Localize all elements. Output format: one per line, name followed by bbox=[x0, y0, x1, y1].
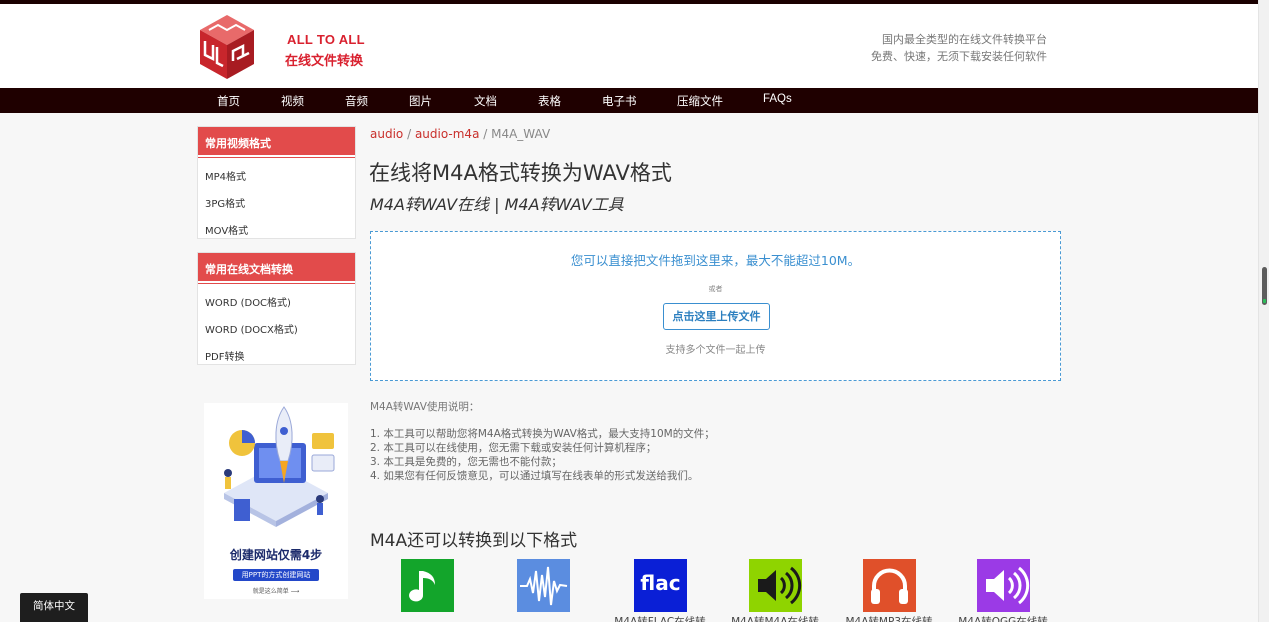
nav-audio[interactable]: 音频 bbox=[345, 93, 368, 109]
format-card-1[interactable] bbox=[377, 559, 477, 622]
breadcrumb-separator: / bbox=[479, 127, 492, 141]
nav-image[interactable]: 图片 bbox=[409, 93, 432, 109]
site-header: ALL TO ALL 在线文件转换 国内最全类型的在线文件转换平台 免费、快速，… bbox=[0, 4, 1258, 88]
flac-icon: flac bbox=[634, 559, 687, 612]
rocket-illustration-icon bbox=[224, 406, 335, 527]
page-subtitle: M4A转WAV在线 | M4A转WAV工具 bbox=[370, 195, 624, 214]
instruction-item: 4. 如果您有任何反馈意见，可以通过填写在线表单的形式发送给我们。 bbox=[370, 470, 699, 482]
nav-faqs[interactable]: FAQs bbox=[763, 93, 792, 105]
upload-dropzone[interactable]: 您可以直接把文件拖到这里来，最大不能超过10M。 或者 点击这里上传文件 支持多… bbox=[370, 231, 1061, 381]
upload-file-button[interactable]: 点击这里上传文件 bbox=[663, 303, 770, 330]
format-label[interactable]: M4A转MP3在线转 bbox=[839, 614, 939, 622]
sidebar-item-doc[interactable]: WORD (DOC格式) bbox=[198, 285, 355, 312]
sidebar-item-mov[interactable]: MOV格式 bbox=[198, 213, 355, 240]
site-tagline: 国内最全类型的在线文件转换平台 免费、快速，无须下载安装任何软件 bbox=[871, 31, 1047, 65]
format-label[interactable]: M4A转OGG在线转 bbox=[953, 614, 1053, 622]
nav-video[interactable]: 视频 bbox=[281, 93, 304, 109]
nav-spreadsheet[interactable]: 表格 bbox=[538, 93, 561, 109]
speaker-icon bbox=[749, 559, 802, 612]
instruction-item: 1. 本工具可以帮助您将M4A格式转换为WAV格式，最大支持10M的文件； bbox=[370, 428, 715, 440]
format-card-mp3[interactable]: M4A转MP3在线转 bbox=[839, 559, 939, 622]
sidebar-item-3pg[interactable]: 3PG格式 bbox=[198, 186, 355, 213]
breadcrumb-audio-m4a[interactable]: audio-m4a bbox=[415, 127, 479, 141]
waveform-icon bbox=[517, 559, 570, 612]
format-label[interactable]: M4A转M4A在线转 bbox=[725, 614, 825, 622]
dropzone-hint: 您可以直接把文件拖到这里来，最大不能超过10M。 bbox=[570, 253, 861, 268]
format-card-flac[interactable]: flac M4A转FLAC在线转 bbox=[610, 559, 710, 622]
instructions-title: M4A转WAV使用说明： bbox=[370, 401, 480, 413]
brand-name-en[interactable]: ALL TO ALL bbox=[287, 32, 365, 47]
more-formats-title: M4A还可以转换到以下格式 bbox=[370, 531, 578, 551]
nav-archive[interactable]: 压缩文件 bbox=[677, 93, 723, 109]
nav-document[interactable]: 文档 bbox=[474, 93, 497, 109]
svg-text:flac: flac bbox=[640, 571, 680, 595]
sidebar-item-pdf[interactable]: PDF转换 bbox=[198, 339, 355, 366]
breadcrumb-separator: / bbox=[403, 127, 415, 141]
breadcrumb: audio / audio-m4a / M4A_WAV bbox=[370, 127, 550, 141]
format-card-2[interactable] bbox=[493, 559, 593, 622]
format-label[interactable]: M4A转FLAC在线转 bbox=[610, 614, 710, 622]
sidebar-doc-conversion: 常用在线文档转换 WORD (DOC格式) WORD (DOCX格式) PDF转… bbox=[197, 252, 356, 365]
music-note-icon bbox=[401, 559, 454, 612]
breadcrumb-audio[interactable]: audio bbox=[370, 127, 403, 141]
brand-name-cn[interactable]: 在线文件转换 bbox=[285, 50, 363, 69]
nav-ebook[interactable]: 电子书 bbox=[602, 93, 637, 109]
speaker-icon bbox=[977, 559, 1030, 612]
ad-banner[interactable]: 创建网站仅需4步 用PPT的方式创建网站 就是这么简单 ⟶ bbox=[204, 403, 348, 599]
cube-logo-icon[interactable] bbox=[197, 13, 257, 81]
instruction-item: 3. 本工具是免费的，您无需也不能付款； bbox=[370, 456, 562, 468]
page-scrollbar[interactable] bbox=[1258, 0, 1269, 622]
tagline-line-2: 免费、快速，无须下载安装任何软件 bbox=[871, 50, 1047, 63]
ad-subtitle: 用PPT的方式创建网站 bbox=[233, 569, 319, 581]
page-title: 在线将M4A格式转换为WAV格式 bbox=[369, 161, 672, 185]
sidebar-docs-title: 常用在线文档转换 bbox=[198, 253, 355, 283]
multi-upload-hint: 支持多个文件一起上传 bbox=[665, 345, 766, 356]
scroll-indicator-dot bbox=[1263, 299, 1266, 303]
language-switch-button[interactable]: 简体中文 bbox=[20, 593, 88, 622]
headphones-icon bbox=[863, 559, 916, 612]
instruction-item: 2. 本工具可以在线使用，您无需下载或安装任何计算机程序； bbox=[370, 442, 657, 454]
sidebar-item-mp4[interactable]: MP4格式 bbox=[198, 159, 355, 186]
sidebar-item-docx[interactable]: WORD (DOCX格式) bbox=[198, 312, 355, 339]
sidebar-video-title: 常用视频格式 bbox=[198, 127, 355, 157]
instructions-list: 1. 本工具可以帮助您将M4A格式转换为WAV格式，最大支持10M的文件； 2.… bbox=[370, 427, 715, 483]
format-card-m4a[interactable]: M4A转M4A在线转 bbox=[725, 559, 825, 622]
ad-title: 创建网站仅需4步 bbox=[229, 548, 323, 562]
ad-cta[interactable]: 就是这么简单 ⟶ bbox=[204, 586, 348, 595]
format-card-ogg[interactable]: M4A转OGG在线转 bbox=[953, 559, 1053, 622]
nav-home[interactable]: 首页 bbox=[217, 93, 240, 109]
main-nav: 首页 视频 音频 图片 文档 表格 电子书 压缩文件 FAQs bbox=[0, 88, 1258, 113]
tagline-line-1: 国内最全类型的在线文件转换平台 bbox=[882, 33, 1047, 46]
breadcrumb-current: M4A_WAV bbox=[491, 127, 551, 141]
sidebar-video-formats: 常用视频格式 MP4格式 3PG格式 MOV格式 bbox=[197, 126, 356, 239]
or-divider: 或者 bbox=[708, 285, 723, 293]
